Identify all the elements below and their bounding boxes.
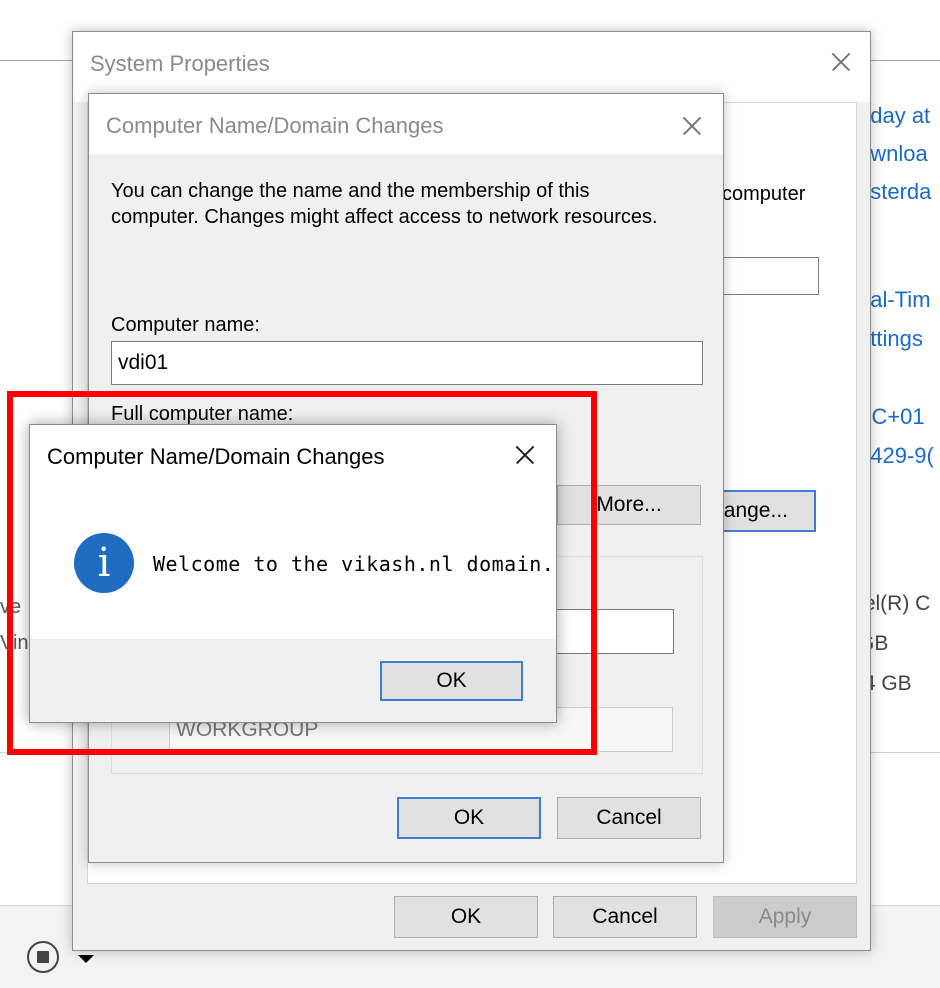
background-divider (0, 60, 80, 61)
description-line: computer. Changes might affect access to… (111, 206, 658, 228)
background-divider (870, 60, 940, 61)
computer-name-label: Computer name: (111, 314, 260, 336)
description-text: computer (722, 183, 806, 205)
ok-button[interactable]: OK (397, 797, 541, 839)
close-icon[interactable] (672, 106, 712, 146)
save-icon[interactable] (27, 941, 59, 973)
window-title: Computer Name/Domain Changes (106, 113, 444, 138)
close-icon[interactable] (821, 42, 861, 82)
window-title: System Properties (90, 51, 270, 76)
cancel-button[interactable]: Cancel (557, 797, 701, 839)
cancel-button[interactable]: Cancel (553, 896, 697, 938)
description-line: You can change the name and the membersh… (111, 180, 590, 202)
ok-button[interactable]: OK (394, 896, 538, 938)
computer-name-input[interactable]: vdi01 (111, 341, 703, 385)
chevron-down-icon[interactable] (78, 955, 94, 963)
text-field[interactable] (723, 257, 819, 295)
highlight-box (7, 391, 597, 755)
apply-button: Apply (713, 896, 857, 938)
